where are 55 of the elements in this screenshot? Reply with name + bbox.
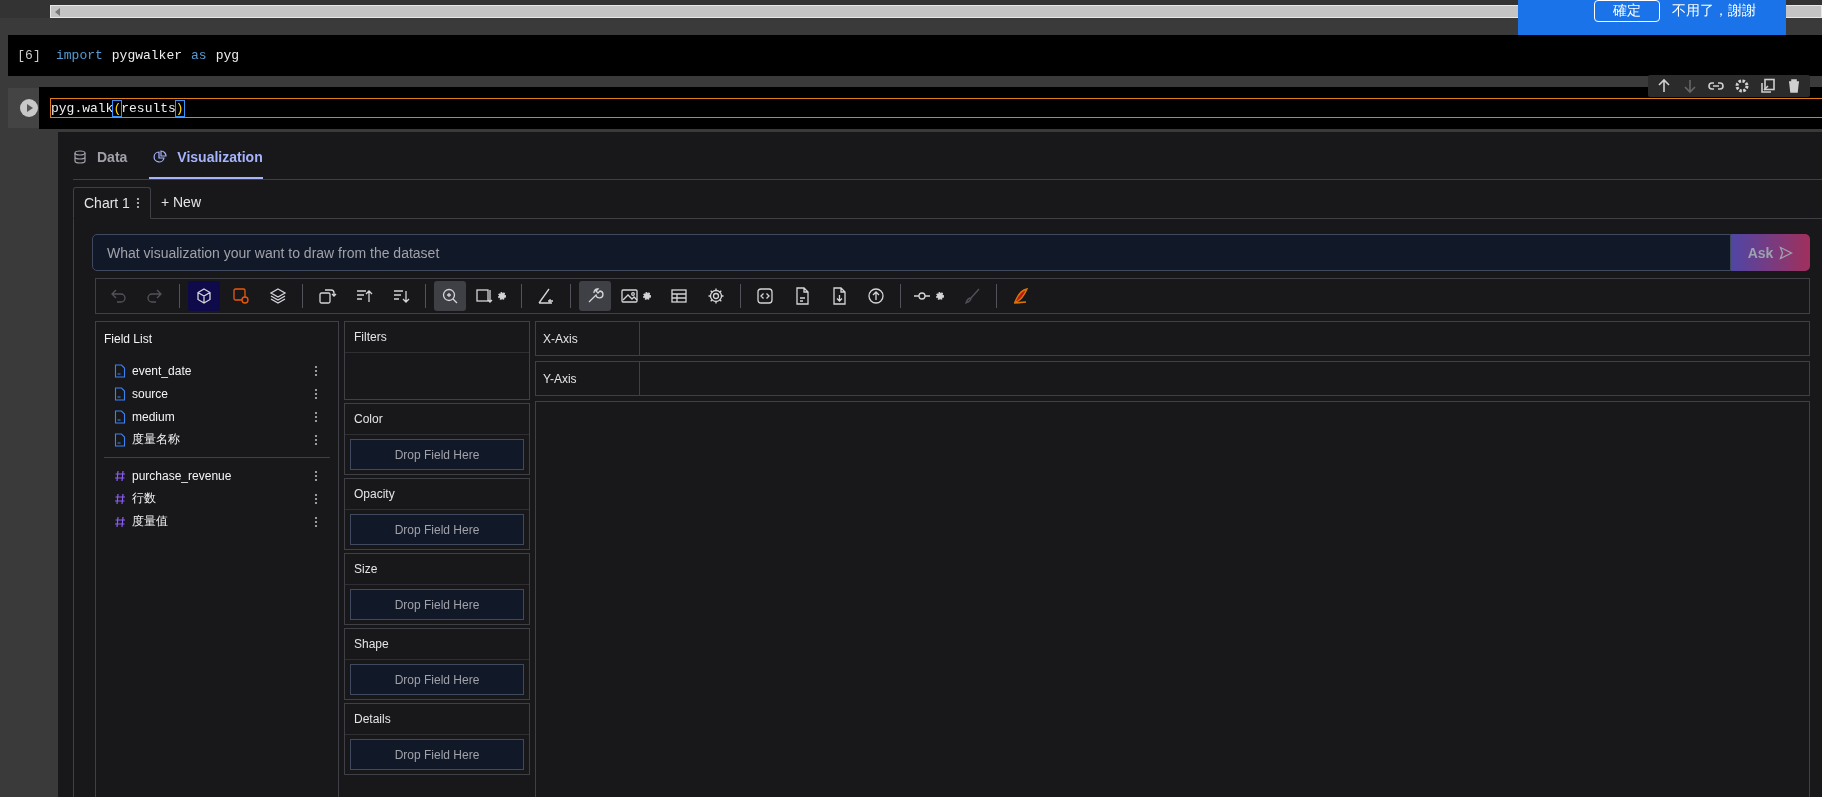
hash-icon [114,514,126,529]
hash-icon [114,491,126,506]
new-chart-button[interactable]: + New [150,186,211,218]
more-icon[interactable] [314,492,318,505]
field-item[interactable]: source [104,382,318,405]
field-list-title: Field List [104,331,154,348]
field-item[interactable]: 度量名称 [104,428,318,451]
decline-button[interactable]: 不用了，謝謝 [1672,1,1756,20]
split-icon[interactable] [1758,76,1778,96]
code-editor[interactable]: import pygwalker as pyg [50,35,1822,76]
more-icon[interactable] [314,410,318,423]
document-icon [114,409,126,424]
document-icon [114,386,126,401]
encoding-title: Color [354,412,383,426]
cell-prompt: [6] [17,48,41,63]
drop-zone[interactable]: Drop Field Here [350,664,524,695]
encoding-title: Filters [354,330,387,344]
document-icon [114,363,126,378]
more-icon[interactable] [314,433,318,446]
field-item[interactable]: medium [104,405,318,428]
axis-label: Y-Axis [543,371,577,386]
more-icon[interactable] [135,197,140,209]
encoding-title: Opacity [354,487,395,501]
pie-chart-icon [153,150,168,164]
database-icon [73,150,87,164]
field-item[interactable]: 行数 [104,487,318,510]
encoding-title: Size [354,562,378,576]
zoom-icon[interactable] [434,281,466,311]
encoding-title: Details [354,712,391,726]
chart-tab[interactable]: Chart 1 [73,187,151,219]
document-icon [114,432,126,447]
wrench-icon[interactable] [579,281,611,311]
axis-shelf[interactable]: X-Axis [535,321,1810,356]
more-icon[interactable] [314,469,318,482]
drop-zone[interactable]: Drop Field Here [350,739,524,770]
run-button[interactable] [19,98,39,118]
field-item[interactable]: event_date [104,359,318,382]
ask-field[interactable]: What visualization your want to draw from the dataset [92,234,1731,271]
more-icon[interactable] [314,387,318,400]
hash-icon [114,468,126,483]
axis-shelf[interactable]: Y-Axis [535,361,1810,396]
send-icon [1779,245,1794,260]
drop-zone[interactable]: Drop Field Here [350,514,524,545]
drop-zone[interactable]: Drop Field Here [350,589,524,620]
encoding-title: Shape [354,637,389,651]
more-icon[interactable] [314,364,318,377]
main-tab[interactable]: Visualization [149,149,263,179]
drop-zone[interactable]: Drop Field Here [350,439,524,470]
cube-icon[interactable] [188,281,220,311]
field-item[interactable]: purchase_revenue [104,464,318,487]
more-icon[interactable] [314,515,318,528]
axis-label: X-Axis [543,331,578,346]
main-tab[interactable]: Data [73,149,128,179]
field-item[interactable]: 度量值 [104,510,318,533]
confirm-button[interactable]: 確定 [1594,0,1660,22]
